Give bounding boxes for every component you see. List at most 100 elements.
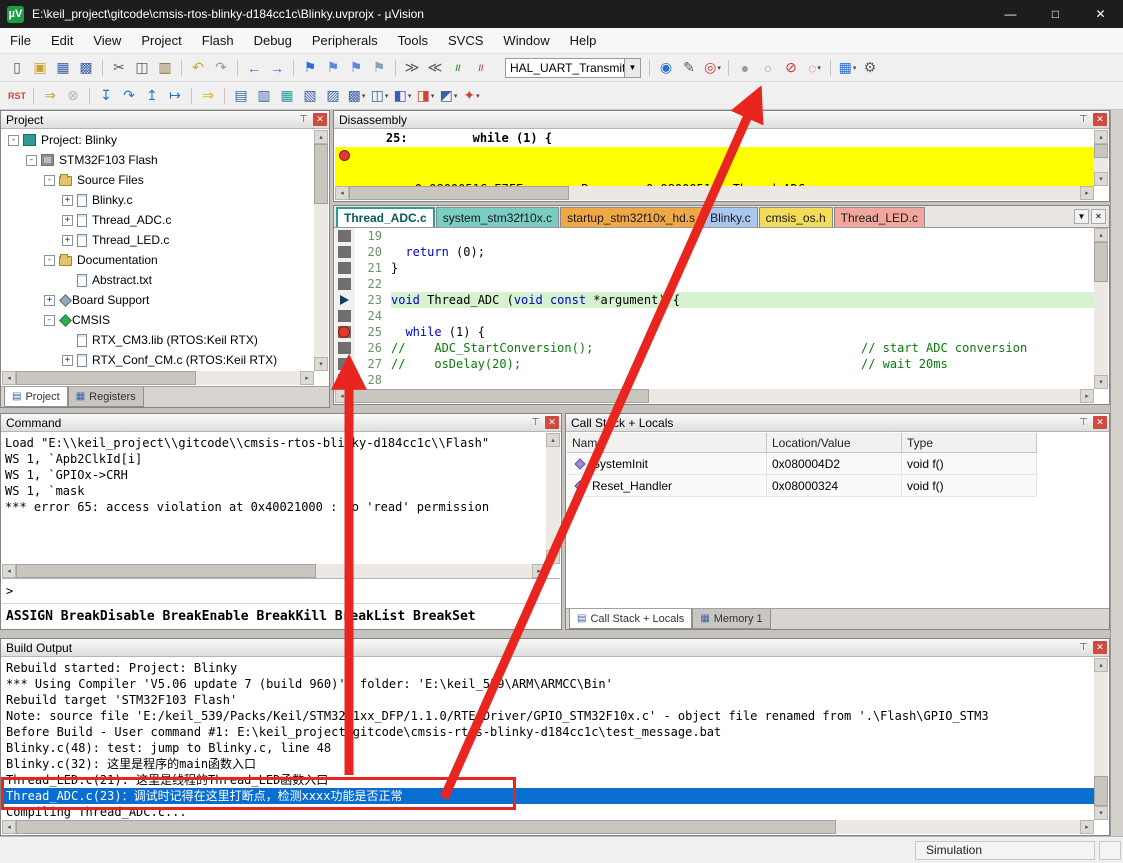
close-button[interactable]: ✕	[1078, 0, 1123, 28]
configure-icon[interactable]: ⚙	[859, 57, 882, 79]
tree-item[interactable]: + Thread_ADC.c	[2, 210, 314, 230]
breakpoint-margin[interactable]	[335, 260, 355, 276]
watch-window-icon[interactable]: ▩▾	[345, 85, 368, 107]
build-output-line[interactable]: Rebuild started: Project: Blinky	[2, 660, 1094, 676]
tree-item[interactable]: - STM32F103 Flash	[2, 150, 314, 170]
save-all-icon[interactable]: ▩	[75, 57, 98, 79]
breakpoint-margin[interactable]	[335, 324, 355, 340]
editor-tab[interactable]: Thread_ADC.c	[336, 207, 435, 227]
editor-tab[interactable]: Thread_LED.c	[834, 207, 925, 227]
expand-toggle-icon[interactable]: +	[44, 295, 55, 306]
undo-icon[interactable]: ↶	[187, 57, 210, 79]
toolbox-icon[interactable]: ✦▾	[460, 85, 483, 107]
unindent-icon[interactable]: ≪	[424, 57, 447, 79]
menu-item[interactable]: Window	[493, 28, 559, 53]
column-header[interactable]: Location/Value	[767, 433, 902, 452]
build-output-line[interactable]: Before Build - User command #1: E:\keil_…	[2, 724, 1094, 740]
previous-bookmark-icon[interactable]: ⚑	[322, 57, 345, 79]
maximize-button[interactable]: □	[1033, 0, 1078, 28]
comment-icon[interactable]: //	[447, 57, 470, 79]
navigate-forward-icon[interactable]: →	[266, 57, 289, 79]
disassembly-content[interactable]: 25: while (1) { 0x0800051C E7FE B 0x0800…	[335, 130, 1094, 186]
expand-toggle-icon[interactable]: +	[62, 215, 73, 226]
build-output-line[interactable]: Blinky.c(32): 这里是程序的main函数入口	[2, 756, 1094, 772]
step-out-icon[interactable]: ↥	[141, 85, 164, 107]
tree-item[interactable]: + RTX_Conf_CM.c (RTOS:Keil RTX)	[2, 350, 314, 370]
tab-list-icon[interactable]: ▼	[1074, 209, 1089, 224]
disassembly-hscrollbar[interactable]: ◂▸	[335, 186, 1094, 200]
project-hscrollbar[interactable]: ◂▸	[2, 371, 314, 385]
symbol-window-icon[interactable]: ▦	[276, 85, 299, 107]
breakpoint-margin[interactable]	[335, 340, 355, 356]
disassembly-vscrollbar[interactable]: ▴▾	[1094, 130, 1108, 186]
window-layout-icon[interactable]: ▦▾	[836, 57, 859, 79]
project-vscrollbar[interactable]: ▴▾	[314, 130, 328, 371]
tree-item[interactable]: + Thread_LED.c	[2, 230, 314, 250]
reset-icon[interactable]: RST	[6, 85, 29, 107]
build-vscrollbar[interactable]: ▴▾	[1094, 658, 1108, 820]
disassembly-window-icon[interactable]: ▥	[253, 85, 276, 107]
tree-item[interactable]: - CMSIS	[2, 310, 314, 330]
insert-remove-breakpoint-icon[interactable]: ●	[734, 57, 757, 79]
cut-icon[interactable]: ✂	[108, 57, 131, 79]
start-stop-debug-icon[interactable]: ◎▾	[701, 57, 724, 79]
close-icon[interactable]: ✕	[313, 113, 327, 126]
callstack-row[interactable]: SystemInit 0x080004D2 void f()	[567, 453, 1037, 475]
breakpoint-margin[interactable]	[335, 276, 355, 292]
insert-bookmark-icon[interactable]: ⚑	[299, 57, 322, 79]
command-hscrollbar[interactable]: ◂▸	[2, 564, 546, 578]
breakpoint-icon[interactable]	[338, 326, 350, 338]
breakpoint-margin[interactable]	[335, 356, 355, 372]
tree-item[interactable]: + Board Support	[2, 290, 314, 310]
build-output-line[interactable]: Thread_ADC.c(23)：调试时记得在这里打断点，检测xxxx功能是否正…	[2, 788, 1094, 804]
pin-icon[interactable]: ⊤	[1077, 113, 1090, 126]
stop-icon[interactable]: ⊗	[62, 85, 85, 107]
close-icon[interactable]: ✕	[545, 416, 559, 429]
step-icon[interactable]: ↧	[95, 85, 118, 107]
build-output-line[interactable]: Note: source file 'E:/keil_539/Packs/Kei…	[2, 708, 1094, 724]
pin-icon[interactable]: ⊤	[1077, 416, 1090, 429]
menu-item[interactable]: Debug	[244, 28, 302, 53]
show-current-statement-icon[interactable]: ⇒	[197, 85, 220, 107]
find-text-value[interactable]: HAL_UART_Transmit	[505, 58, 625, 78]
tree-item[interactable]: - Source Files	[2, 170, 314, 190]
tree-item[interactable]: + Blinky.c	[2, 190, 314, 210]
clear-bookmarks-icon[interactable]: ⚑	[368, 57, 391, 79]
menu-item[interactable]: Flash	[192, 28, 244, 53]
expand-toggle-icon[interactable]: -	[44, 255, 55, 266]
kill-all-breakpoints-icon[interactable]: ◌▾	[803, 57, 826, 79]
tree-item[interactable]: RTX_CM3.lib (RTOS:Keil RTX)	[2, 330, 314, 350]
build-output-line[interactable]: Compiling Thread_ADC.c...	[2, 804, 1094, 820]
pin-icon[interactable]: ⊤	[1077, 641, 1090, 654]
analysis-window-icon[interactable]: ◨▾	[414, 85, 437, 107]
combo-dropdown-icon[interactable]: ▼	[625, 58, 641, 78]
menu-item[interactable]: SVCS	[438, 28, 493, 53]
tree-item[interactable]: Abstract.txt	[2, 270, 314, 290]
run-to-cursor-icon[interactable]: ↦	[164, 85, 187, 107]
bottom-tab[interactable]: ▦ Registers	[68, 387, 144, 407]
breakpoint-margin[interactable]	[335, 228, 355, 244]
expand-toggle-icon[interactable]: -	[8, 135, 19, 146]
copy-icon[interactable]: ◫	[131, 57, 154, 79]
command-window-icon[interactable]: ▤	[230, 85, 253, 107]
build-output-line[interactable]: Thread_LED.c(21): 这里是线程的Thread_LED函数入口	[2, 772, 1094, 788]
menu-item[interactable]: View	[83, 28, 131, 53]
command-vscrollbar[interactable]: ▴▾	[546, 433, 560, 564]
editor-hscrollbar[interactable]: ◂▸	[335, 389, 1094, 403]
serial-window-icon[interactable]: ◧▾	[391, 85, 414, 107]
bottom-tab[interactable]: ▤ Call Stack + Locals	[569, 609, 692, 629]
bottom-tab[interactable]: ▦ Memory 1	[692, 609, 770, 629]
editor-tab[interactable]: startup_stm32f10x_hd.s	[560, 207, 702, 227]
next-bookmark-icon[interactable]: ⚑	[345, 57, 368, 79]
expand-toggle-icon[interactable]: -	[44, 175, 55, 186]
close-icon[interactable]: ✕	[1093, 113, 1107, 126]
breakpoint-margin[interactable]	[335, 372, 355, 388]
disable-all-breakpoints-icon[interactable]: ⊘	[780, 57, 803, 79]
build-output-line[interactable]: Rebuild target 'STM32F103 Flash'	[2, 692, 1094, 708]
menu-item[interactable]: Peripherals	[302, 28, 388, 53]
paste-icon[interactable]: ▥	[154, 57, 177, 79]
breakpoint-margin[interactable]	[335, 292, 355, 308]
expand-toggle-icon[interactable]: -	[44, 315, 55, 326]
new-file-icon[interactable]: ▯	[6, 57, 29, 79]
callstack-row[interactable]: Reset_Handler 0x08000324 void f()	[567, 475, 1037, 497]
